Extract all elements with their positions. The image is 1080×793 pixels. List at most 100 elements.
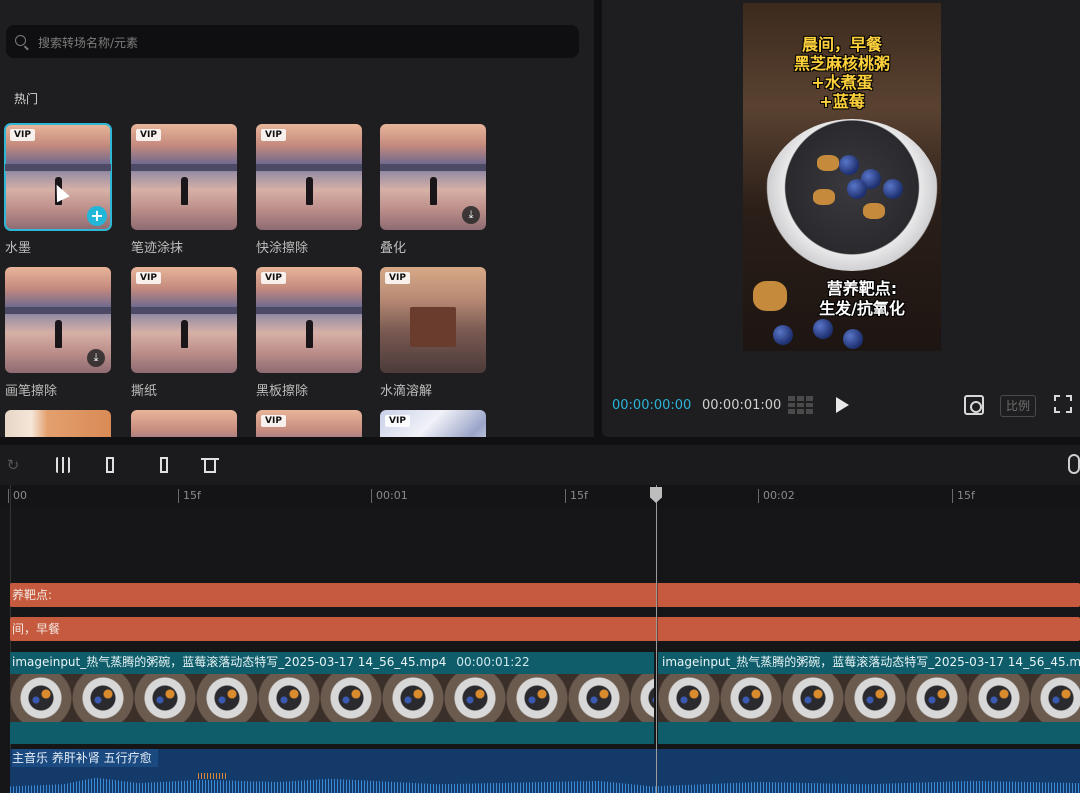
vip-badge: VIP [261, 415, 286, 427]
vip-badge: VIP [136, 272, 161, 284]
walnut [817, 155, 839, 171]
text-clip-label: 养靶点: [12, 588, 53, 602]
ruler-tick: 15f [178, 489, 201, 503]
download-icon[interactable]: ⤓ [462, 206, 480, 224]
text-track-2[interactable]: 间，早餐 [10, 617, 1080, 641]
trim-right-icon[interactable] [150, 454, 172, 476]
blueberry [813, 319, 833, 339]
transition-thumbnail[interactable]: VIP [256, 410, 362, 437]
split-icon[interactable] [52, 454, 74, 476]
transition-thumbnail[interactable]: ⤓ [5, 267, 111, 373]
text-track-1[interactable]: 养靶点: [10, 583, 1080, 607]
microphone-icon[interactable] [1068, 454, 1080, 474]
fullscreen-icon[interactable] [1054, 395, 1072, 413]
ratio-button[interactable]: 比例 [1000, 395, 1036, 417]
vip-badge: VIP [261, 129, 286, 141]
transition-label: 撕纸 [131, 384, 158, 399]
transition-label: 叠化 [380, 241, 407, 256]
overlay-subtitle-line-2: 生发/抗氧化 [819, 299, 905, 318]
vip-badge: VIP [385, 272, 410, 284]
section-title: 热门 [14, 92, 39, 106]
transition-label: 水墨 [5, 241, 32, 256]
audio-track[interactable]: 主音乐 养肝补肾 五行疗愈 [10, 749, 1080, 793]
audio-peak [198, 773, 228, 779]
blueberry [843, 329, 863, 349]
vip-badge: VIP [10, 129, 35, 141]
search-box[interactable] [6, 25, 579, 60]
transition-label: 水滴溶解 [380, 384, 433, 399]
text-clip-label: 间，早餐 [12, 622, 61, 636]
preview-video-frame: 晨间，早餐 黑芝麻核桃粥 +水煮蛋 +蓝莓 营养靶点: 生发/抗氧化 [743, 3, 941, 351]
transition-item-blackboard-erase[interactable]: VIP 黑板擦除 [256, 267, 362, 399]
transition-item-dissolve[interactable]: ⤓ 叠化 [380, 124, 486, 256]
transition-item[interactable] [5, 410, 111, 437]
redo-icon[interactable]: ↻ [2, 454, 24, 476]
transitions-panel: 热门 VIP + 水墨 VIP 笔迹涂抹 VIP 快涂擦除 ⤓ 叠化 [0, 0, 594, 437]
delete-icon[interactable] [199, 454, 221, 476]
audio-waveform [10, 777, 1080, 793]
transition-thumbnail[interactable]: VIP [256, 124, 362, 230]
transition-thumbnail[interactable]: VIP [131, 124, 237, 230]
video-filmstrip [10, 674, 654, 722]
ruler-tick: 15f [565, 489, 588, 503]
transition-item[interactable]: VIP [380, 410, 486, 437]
transition-item-brush-erase[interactable]: ⤓ 画笔擦除 [5, 267, 111, 399]
time-ruler[interactable]: 00 15f 00:01 15f 00:02 15f [0, 485, 1080, 509]
add-icon[interactable]: + [87, 206, 107, 226]
blueberry [883, 179, 903, 199]
transition-item[interactable]: VIP [256, 410, 362, 437]
timeline-toolbar: ↻ [0, 445, 1080, 485]
transition-item-ink[interactable]: VIP + 水墨 [4, 123, 112, 256]
mouse-cursor-icon [50, 181, 70, 203]
preview-panel: 晨间，早餐 黑芝麻核桃粥 +水煮蛋 +蓝莓 营养靶点: 生发/抗氧化 00:00… [602, 0, 1080, 437]
walnut [813, 189, 835, 205]
video-clip-name: imageinput_热气蒸腾的粥碗，蓝莓滚落动态特写_2025-03-17 1… [662, 655, 1080, 669]
transition-item[interactable] [131, 410, 237, 437]
transition-item-tear-paper[interactable]: VIP 撕纸 [131, 267, 237, 399]
video-clip-duration: 00:00:01:22 [456, 655, 530, 669]
transition-thumbnail[interactable] [131, 410, 237, 437]
ruler-tick: 15f [952, 489, 975, 503]
overlay-title-line-2: 黑芝麻核桃粥 [793, 54, 890, 73]
download-icon[interactable]: ⤓ [87, 349, 105, 367]
timeline[interactable]: 00 15f 00:01 15f 00:02 15f 养靶点: 间，早餐 ima… [0, 485, 1080, 793]
transition-thumbnail[interactable]: VIP + [4, 123, 112, 231]
playhead-line[interactable] [656, 485, 657, 793]
transition-item-quick-wipe[interactable]: VIP 快涂擦除 [256, 124, 362, 256]
vip-badge: VIP [385, 415, 410, 427]
search-input[interactable] [36, 25, 570, 60]
transition-item-water-drop[interactable]: VIP 水滴溶解 [380, 267, 486, 399]
transition-label: 快涂擦除 [256, 241, 309, 256]
transition-thumbnail[interactable]: VIP [256, 267, 362, 373]
transition-thumbnail[interactable]: ⤓ [380, 124, 486, 230]
trim-left-icon[interactable] [102, 454, 124, 476]
grid-icon[interactable] [788, 396, 814, 414]
ruler-tick: 00:02 [758, 489, 795, 503]
overlay-subtitle-line-1: 营养靶点: [826, 279, 898, 298]
transition-thumbnail[interactable]: VIP [380, 410, 486, 437]
transition-thumbnail[interactable]: VIP [380, 267, 486, 373]
blueberry [847, 179, 867, 199]
blueberry [773, 325, 793, 345]
transition-label: 画笔擦除 [5, 384, 58, 399]
play-button[interactable] [836, 397, 849, 413]
walnut [863, 203, 885, 219]
overlay-title-line-4: +蓝莓 [819, 92, 865, 111]
overlay-title-line-3: +水煮蛋 [811, 73, 873, 92]
video-clip-1[interactable]: imageinput_热气蒸腾的粥碗，蓝莓滚落动态特写_2025-03-17 1… [10, 652, 654, 744]
transition-label: 笔迹涂抹 [131, 241, 184, 256]
total-timecode: 00:00:01:00 [702, 398, 782, 413]
video-filmstrip [658, 674, 1080, 722]
vip-badge: VIP [136, 129, 161, 141]
video-clip-name: imageinput_热气蒸腾的粥碗，蓝莓滚落动态特写_2025-03-17 1… [12, 655, 530, 669]
video-clip-2[interactable]: imageinput_热气蒸腾的粥碗，蓝莓滚落动态特写_2025-03-17 1… [658, 652, 1080, 744]
transition-thumbnail[interactable] [5, 410, 111, 437]
audio-clip-label: 主音乐 养肝补肾 五行疗愈 [12, 749, 158, 767]
vip-badge: VIP [261, 272, 286, 284]
transition-item-brush-smear[interactable]: VIP 笔迹涂抹 [131, 124, 237, 256]
screenshot-icon[interactable] [964, 395, 984, 415]
preview-controls: 00:00:00:00 00:00:01:00 比例 [602, 390, 1080, 422]
search-icon [15, 35, 26, 46]
transition-thumbnail[interactable]: VIP [131, 267, 237, 373]
blueberry [839, 155, 859, 175]
